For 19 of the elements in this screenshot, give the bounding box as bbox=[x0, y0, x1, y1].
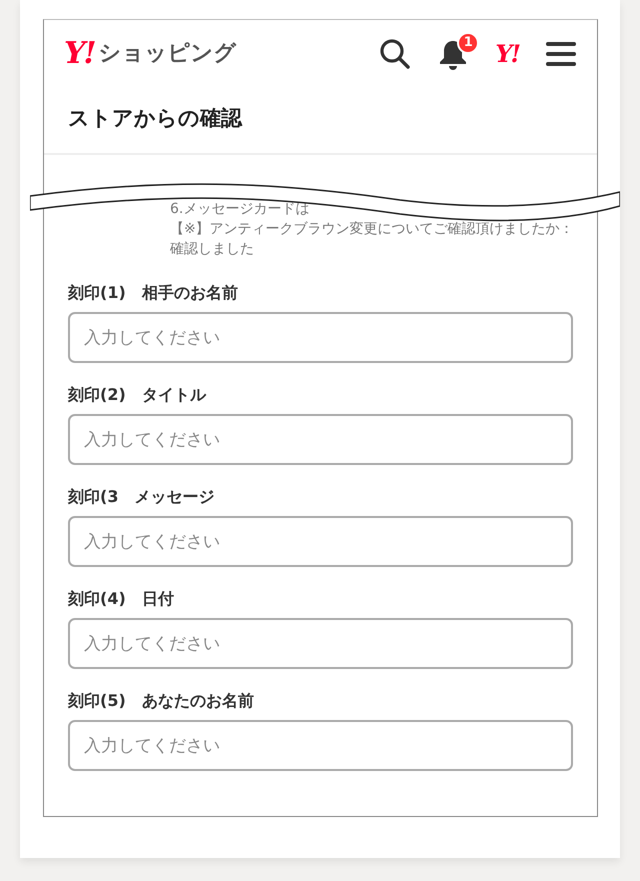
input-field[interactable]: 入力してください bbox=[68, 720, 573, 772]
search-icon[interactable] bbox=[379, 38, 412, 70]
logo-text[interactable]: ショッピング bbox=[98, 43, 237, 65]
logo-mark[interactable]: Y! bbox=[64, 39, 95, 69]
input-field[interactable]: 入力してください bbox=[68, 312, 573, 364]
field-label: 刻印(4) 日付 bbox=[68, 588, 175, 610]
input-field[interactable]: 入力してください bbox=[68, 414, 573, 466]
input-field[interactable]: 入力してください bbox=[68, 516, 573, 568]
field-label: 刻印(1) 相手のお名前 bbox=[68, 282, 239, 304]
notification-count: 1 bbox=[457, 32, 480, 54]
field-label: 刻印(2) タイトル bbox=[68, 384, 208, 406]
account-logo[interactable]: Y! bbox=[495, 42, 519, 66]
input-field[interactable]: 入力してください bbox=[68, 618, 573, 670]
page-title: ストアからの確認 bbox=[44, 88, 597, 156]
note-text: 【※】アンティークブラウン変更についてご確認頂けましたか：確認しました bbox=[170, 220, 575, 260]
note-text: 6.メッセージカードは bbox=[170, 200, 310, 220]
menu-icon[interactable] bbox=[545, 40, 577, 68]
field-label: 刻印(3 メッセージ bbox=[68, 486, 216, 508]
field-label: 刻印(5) あなたのお名前 bbox=[68, 690, 255, 712]
